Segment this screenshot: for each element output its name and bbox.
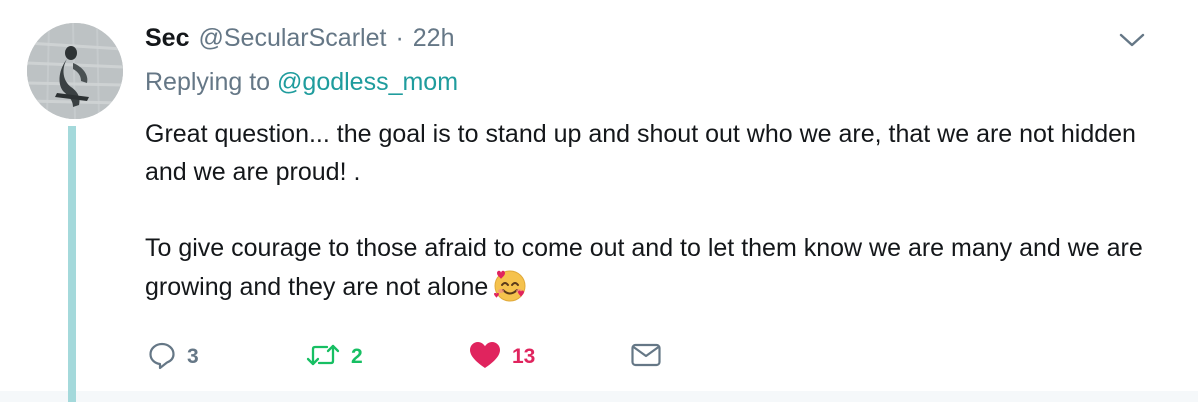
tweet-text-paragraph-2: To give courage to those afraid to come … [145,229,1175,306]
header-separator: · [395,23,404,52]
retweet-icon [305,340,341,375]
reply-button[interactable]: 3 [147,337,199,377]
tweet-header: Sec @SecularScarlet · 22h [145,22,454,54]
reply-count: 3 [187,345,199,368]
tweet-text-paragraph-2-text: To give courage to those afraid to come … [145,234,1143,301]
avatar-image [27,23,123,119]
smiling-face-with-hearts-icon [492,267,528,303]
replying-to-label: Replying to [145,68,271,96]
envelope-icon [630,341,662,374]
tweet-actions: 3 2 13 [0,337,1198,377]
like-button[interactable]: 13 [468,337,535,377]
tweet[interactable]: Sec @SecularScarlet · 22h Replying to @g… [0,0,1198,402]
replying-to: Replying to @godless_mom [145,68,458,97]
tweet-text: Great question... the goal is to stand u… [145,115,1175,306]
replying-to-mention[interactable]: @godless_mom [277,68,458,96]
author-name[interactable]: Sec [145,24,189,53]
avatar[interactable] [27,23,123,119]
chevron-down-icon[interactable] [1118,28,1146,52]
author-handle[interactable]: @SecularScarlet [198,24,386,53]
retweet-count: 2 [351,345,363,368]
like-count: 13 [512,345,536,368]
direct-message-button[interactable] [630,337,662,377]
tweet-bottom-border [0,391,1198,402]
heart-icon [468,340,502,375]
tweet-timestamp[interactable]: 22h [413,24,455,53]
tweet-text-paragraph-1: Great question... the goal is to stand u… [145,120,1136,186]
retweet-button[interactable]: 2 [305,337,363,377]
reply-icon [147,340,177,375]
